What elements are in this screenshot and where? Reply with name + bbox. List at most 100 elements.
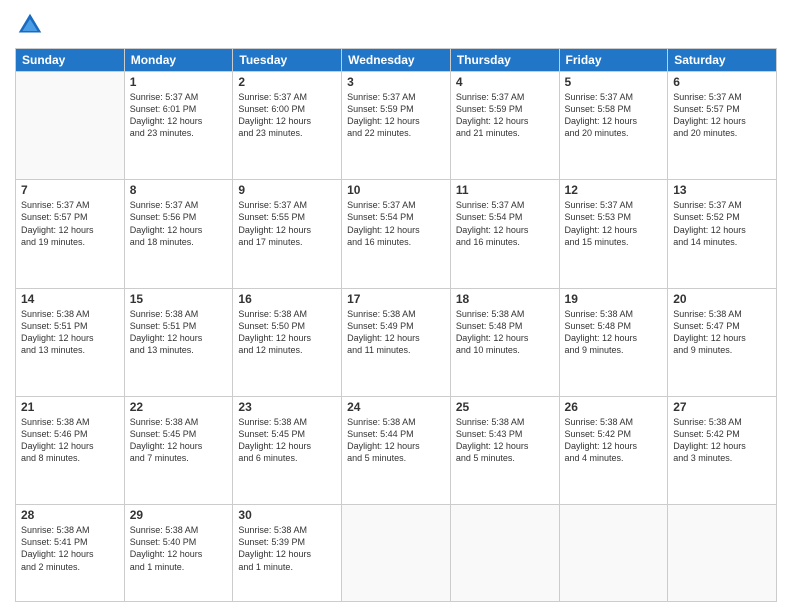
calendar-row: 7 Sunrise: 5:37 AM Sunset: 5:57 PM Daylig… (16, 180, 777, 288)
day-number: 9 (238, 183, 336, 197)
day-info: Sunrise: 5:38 AM Sunset: 5:45 PM Dayligh… (238, 416, 336, 465)
day-info: Sunrise: 5:38 AM Sunset: 5:42 PM Dayligh… (673, 416, 771, 465)
day-info: Sunrise: 5:38 AM Sunset: 5:48 PM Dayligh… (456, 308, 554, 357)
day-number: 24 (347, 400, 445, 414)
calendar-cell (668, 505, 777, 602)
day-number: 16 (238, 292, 336, 306)
calendar-cell: 8 Sunrise: 5:37 AM Sunset: 5:56 PM Daylig… (124, 180, 233, 288)
calendar-cell: 14 Sunrise: 5:38 AM Sunset: 5:51 PM Dayli… (16, 288, 125, 396)
day-info: Sunrise: 5:38 AM Sunset: 5:48 PM Dayligh… (565, 308, 663, 357)
day-number: 6 (673, 75, 771, 89)
day-info: Sunrise: 5:37 AM Sunset: 5:57 PM Dayligh… (21, 199, 119, 248)
calendar-table: SundayMondayTuesdayWednesdayThursdayFrid… (15, 48, 777, 602)
day-number: 12 (565, 183, 663, 197)
page: SundayMondayTuesdayWednesdayThursdayFrid… (0, 0, 792, 612)
day-number: 14 (21, 292, 119, 306)
day-number: 18 (456, 292, 554, 306)
calendar-cell: 17 Sunrise: 5:38 AM Sunset: 5:49 PM Dayli… (342, 288, 451, 396)
weekday-header: Monday (124, 49, 233, 72)
day-number: 15 (130, 292, 228, 306)
day-number: 4 (456, 75, 554, 89)
day-number: 22 (130, 400, 228, 414)
day-info: Sunrise: 5:37 AM Sunset: 5:56 PM Dayligh… (130, 199, 228, 248)
day-number: 10 (347, 183, 445, 197)
day-info: Sunrise: 5:37 AM Sunset: 5:58 PM Dayligh… (565, 91, 663, 140)
day-info: Sunrise: 5:38 AM Sunset: 5:39 PM Dayligh… (238, 524, 336, 573)
day-info: Sunrise: 5:37 AM Sunset: 5:54 PM Dayligh… (347, 199, 445, 248)
calendar-cell (559, 505, 668, 602)
day-number: 11 (456, 183, 554, 197)
calendar-cell (16, 72, 125, 180)
calendar-cell: 29 Sunrise: 5:38 AM Sunset: 5:40 PM Dayli… (124, 505, 233, 602)
day-info: Sunrise: 5:37 AM Sunset: 6:00 PM Dayligh… (238, 91, 336, 140)
day-number: 13 (673, 183, 771, 197)
calendar-cell: 1 Sunrise: 5:37 AM Sunset: 6:01 PM Daylig… (124, 72, 233, 180)
weekday-header: Saturday (668, 49, 777, 72)
day-info: Sunrise: 5:38 AM Sunset: 5:42 PM Dayligh… (565, 416, 663, 465)
day-info: Sunrise: 5:38 AM Sunset: 5:45 PM Dayligh… (130, 416, 228, 465)
calendar-row: 21 Sunrise: 5:38 AM Sunset: 5:46 PM Dayli… (16, 396, 777, 504)
day-info: Sunrise: 5:38 AM Sunset: 5:40 PM Dayligh… (130, 524, 228, 573)
calendar-cell: 26 Sunrise: 5:38 AM Sunset: 5:42 PM Dayli… (559, 396, 668, 504)
day-info: Sunrise: 5:38 AM Sunset: 5:51 PM Dayligh… (21, 308, 119, 357)
day-info: Sunrise: 5:38 AM Sunset: 5:47 PM Dayligh… (673, 308, 771, 357)
day-info: Sunrise: 5:38 AM Sunset: 5:46 PM Dayligh… (21, 416, 119, 465)
day-info: Sunrise: 5:38 AM Sunset: 5:44 PM Dayligh… (347, 416, 445, 465)
day-number: 1 (130, 75, 228, 89)
day-info: Sunrise: 5:38 AM Sunset: 5:51 PM Dayligh… (130, 308, 228, 357)
calendar-cell: 13 Sunrise: 5:37 AM Sunset: 5:52 PM Dayli… (668, 180, 777, 288)
calendar-cell: 27 Sunrise: 5:38 AM Sunset: 5:42 PM Dayli… (668, 396, 777, 504)
calendar-cell (450, 505, 559, 602)
calendar-cell: 25 Sunrise: 5:38 AM Sunset: 5:43 PM Dayli… (450, 396, 559, 504)
day-info: Sunrise: 5:38 AM Sunset: 5:50 PM Dayligh… (238, 308, 336, 357)
calendar-cell: 30Sunrise: 5:38 AM Sunset: 5:39 PM Dayli… (233, 505, 342, 602)
calendar-cell: 9 Sunrise: 5:37 AM Sunset: 5:55 PM Daylig… (233, 180, 342, 288)
calendar-cell: 11Sunrise: 5:37 AM Sunset: 5:54 PM Dayli… (450, 180, 559, 288)
day-number: 25 (456, 400, 554, 414)
calendar-cell: 16 Sunrise: 5:38 AM Sunset: 5:50 PM Dayli… (233, 288, 342, 396)
weekday-header: Wednesday (342, 49, 451, 72)
logo-icon (15, 10, 45, 40)
calendar-cell: 2 Sunrise: 5:37 AM Sunset: 6:00 PM Daylig… (233, 72, 342, 180)
day-number: 23 (238, 400, 336, 414)
weekday-header: Tuesday (233, 49, 342, 72)
weekday-header: Friday (559, 49, 668, 72)
day-info: Sunrise: 5:38 AM Sunset: 5:43 PM Dayligh… (456, 416, 554, 465)
day-number: 26 (565, 400, 663, 414)
day-info: Sunrise: 5:38 AM Sunset: 5:49 PM Dayligh… (347, 308, 445, 357)
day-info: Sunrise: 5:37 AM Sunset: 5:52 PM Dayligh… (673, 199, 771, 248)
day-info: Sunrise: 5:38 AM Sunset: 5:41 PM Dayligh… (21, 524, 119, 573)
day-info: Sunrise: 5:37 AM Sunset: 5:55 PM Dayligh… (238, 199, 336, 248)
calendar-row: 1 Sunrise: 5:37 AM Sunset: 6:01 PM Daylig… (16, 72, 777, 180)
header (15, 10, 777, 40)
day-number: 28 (21, 508, 119, 522)
calendar-cell: 7 Sunrise: 5:37 AM Sunset: 5:57 PM Daylig… (16, 180, 125, 288)
calendar-cell: 4Sunrise: 5:37 AM Sunset: 5:59 PM Daylig… (450, 72, 559, 180)
calendar-cell: 23 Sunrise: 5:38 AM Sunset: 5:45 PM Dayli… (233, 396, 342, 504)
calendar-cell: 21 Sunrise: 5:38 AM Sunset: 5:46 PM Dayli… (16, 396, 125, 504)
calendar-cell: 6 Sunrise: 5:37 AM Sunset: 5:57 PM Daylig… (668, 72, 777, 180)
day-number: 7 (21, 183, 119, 197)
weekday-header: Thursday (450, 49, 559, 72)
day-info: Sunrise: 5:37 AM Sunset: 5:53 PM Dayligh… (565, 199, 663, 248)
day-number: 21 (21, 400, 119, 414)
day-info: Sunrise: 5:37 AM Sunset: 6:01 PM Dayligh… (130, 91, 228, 140)
day-number: 17 (347, 292, 445, 306)
calendar-cell: 10 Sunrise: 5:37 AM Sunset: 5:54 PM Dayli… (342, 180, 451, 288)
calendar-row: 28 Sunrise: 5:38 AM Sunset: 5:41 PM Dayli… (16, 505, 777, 602)
day-number: 3 (347, 75, 445, 89)
day-number: 29 (130, 508, 228, 522)
calendar-cell: 28 Sunrise: 5:38 AM Sunset: 5:41 PM Dayli… (16, 505, 125, 602)
calendar-row: 14 Sunrise: 5:38 AM Sunset: 5:51 PM Dayli… (16, 288, 777, 396)
day-number: 2 (238, 75, 336, 89)
calendar-cell: 15 Sunrise: 5:38 AM Sunset: 5:51 PM Dayli… (124, 288, 233, 396)
calendar-cell: 19Sunrise: 5:38 AM Sunset: 5:48 PM Dayli… (559, 288, 668, 396)
day-info: Sunrise: 5:37 AM Sunset: 5:57 PM Dayligh… (673, 91, 771, 140)
day-number: 5 (565, 75, 663, 89)
day-number: 8 (130, 183, 228, 197)
calendar-cell: 3Sunrise: 5:37 AM Sunset: 5:59 PM Daylig… (342, 72, 451, 180)
day-number: 20 (673, 292, 771, 306)
day-number: 27 (673, 400, 771, 414)
calendar-cell: 12 Sunrise: 5:37 AM Sunset: 5:53 PM Dayli… (559, 180, 668, 288)
calendar-cell: 22 Sunrise: 5:38 AM Sunset: 5:45 PM Dayli… (124, 396, 233, 504)
